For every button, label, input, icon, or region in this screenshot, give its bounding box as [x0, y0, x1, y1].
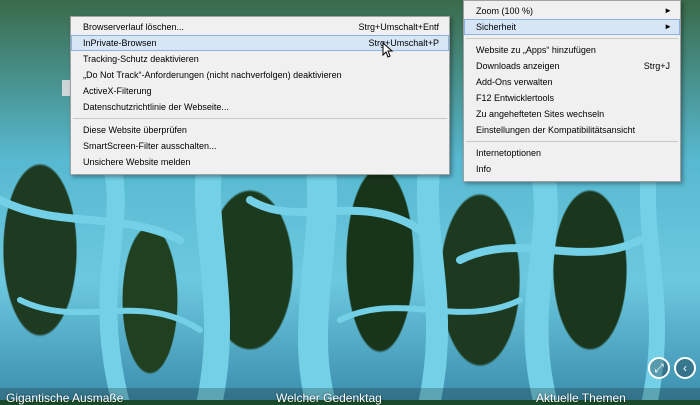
mouse-cursor-icon [382, 42, 394, 58]
menu-item-check-website[interactable]: Diese Website überprüfen [71, 122, 449, 138]
menu-item-f12-devtools[interactable]: F12 Entwicklertools [464, 90, 680, 106]
tools-menu: Zoom (100 %) ► Sicherheit ► Website zu „… [463, 0, 681, 182]
menu-item-activex-filtering[interactable]: ActiveX-Filterung [71, 83, 449, 99]
shortcut-label: Strg+J [643, 61, 670, 71]
menu-item-report-unsafe[interactable]: Unsichere Website melden [71, 154, 449, 170]
expand-icon[interactable]: ⤢ [648, 357, 670, 379]
menu-item-pinned-sites[interactable]: Zu angehefteten Sites wechseln [464, 106, 680, 122]
bottom-link-3[interactable]: Aktuelle Themen [536, 392, 626, 404]
menu-item-internet-options[interactable]: Internetoptionen [464, 145, 680, 161]
menu-item-privacy-policy[interactable]: Datenschutzrichtlinie der Webseite... [71, 99, 449, 115]
menu-item-downloads[interactable]: Downloads anzeigen Strg+J [464, 58, 680, 74]
triangle-right-icon: ► [664, 6, 672, 15]
menu-item-add-to-apps[interactable]: Website zu „Apps“ hinzufügen [464, 42, 680, 58]
left-edge-tab [62, 80, 70, 96]
menu-item-zoom[interactable]: Zoom (100 %) ► [464, 3, 680, 19]
bottom-link-1[interactable]: Gigantische Ausmaße [6, 392, 123, 404]
shortcut-label: Strg+Umschalt+Entf [358, 22, 439, 32]
chevron-left-icon[interactable]: ‹ [674, 357, 696, 379]
shortcut-label: Strg+Umschalt+P [368, 38, 439, 48]
bottom-link-2[interactable]: Welcher Gedenktag [276, 392, 382, 404]
menu-item-do-not-track[interactable]: „Do Not Track“-Anforderungen (nicht nach… [71, 67, 449, 83]
triangle-right-icon: ► [664, 22, 672, 31]
menu-separator [466, 141, 678, 142]
menu-item-info[interactable]: Info [464, 161, 680, 177]
security-submenu: Browserverlauf löschen... Strg+Umschalt+… [70, 16, 450, 175]
menu-item-compatibility-view[interactable]: Einstellungen der Kompatibilitätsansicht [464, 122, 680, 138]
menu-separator [466, 38, 678, 39]
menu-item-smartscreen[interactable]: SmartScreen-Filter ausschalten... [71, 138, 449, 154]
menu-item-security[interactable]: Sicherheit ► [464, 19, 680, 35]
menu-item-delete-history[interactable]: Browserverlauf löschen... Strg+Umschalt+… [71, 19, 449, 35]
menu-separator [73, 118, 447, 119]
menu-item-manage-addons[interactable]: Add-Ons verwalten [464, 74, 680, 90]
